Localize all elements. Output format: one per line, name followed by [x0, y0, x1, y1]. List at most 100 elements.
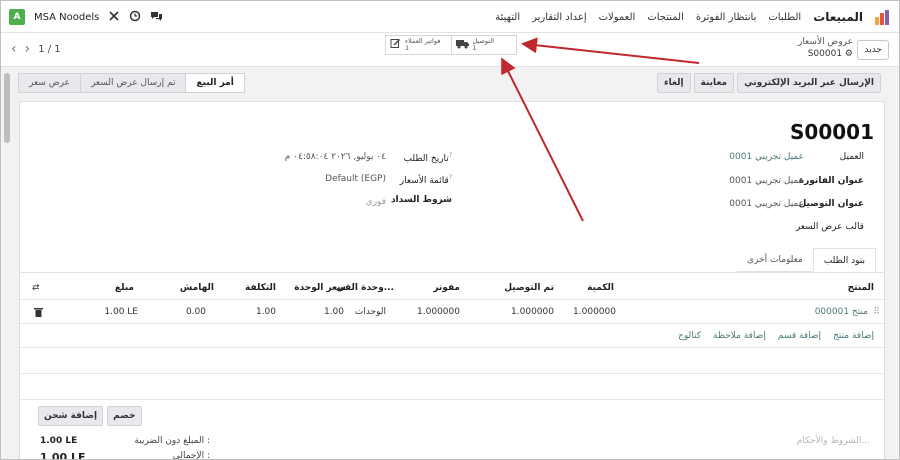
pager: ‹ › 1 / 1	[11, 41, 61, 57]
preview-button[interactable]: معاينة	[693, 73, 735, 93]
smart-buttons: فواتير العملاء 1 التوصيل 1	[385, 35, 517, 55]
pager-prev-icon[interactable]: ‹	[11, 41, 17, 57]
menu-products[interactable]: المنتجات	[647, 12, 684, 23]
smart-delivery-count: 1	[472, 44, 477, 52]
menu-to-invoice[interactable]: بانتظار الفوترة	[696, 12, 756, 23]
delivery-address-value[interactable]: عميل تجريبي 0001	[729, 199, 804, 209]
discount-button[interactable]: خصم	[107, 406, 142, 426]
clock-icon[interactable]	[129, 10, 141, 25]
menu-reporting[interactable]: إعداد التقارير	[532, 12, 586, 23]
line-product[interactable]: منتج 000001	[815, 300, 868, 324]
smart-invoices-text: فواتير العملاء 1	[405, 38, 440, 52]
pricelist-field: قائمة الأسعار?	[400, 174, 452, 186]
col-amount[interactable]: مبلغ	[115, 276, 134, 300]
terms-conditions-input[interactable]: الشروط والأحكام...	[797, 436, 870, 446]
col-invoiced[interactable]: مفوتر	[433, 276, 460, 300]
add-section-link[interactable]: إضافة قسم	[778, 324, 821, 348]
untaxed-row: 1.00 LE المبلغ دون الضريبة :	[40, 436, 210, 451]
tab-order-lines[interactable]: بنود الطلب	[812, 248, 876, 272]
order-date-value[interactable]: ٠٤ يوليو, ٢٠٢٦ ٠٤:٥٨:٠٤ م	[285, 152, 386, 162]
breadcrumb: عروض الأسعار S00001 ⚙	[798, 37, 853, 59]
order-date-value-wrap: ٠٤ يوليو, ٢٠٢٦ ٠٤:٥٨:٠٤ م	[285, 152, 386, 162]
table-empty-row	[20, 348, 884, 374]
menu-configuration[interactable]: التهيئة	[495, 12, 520, 23]
status-quotation[interactable]: عرض سعر	[18, 73, 81, 93]
chat-icon[interactable]	[150, 10, 163, 25]
pricelist-value[interactable]: Default (EGP)	[325, 174, 386, 184]
breadcrumb-parent[interactable]: عروض الأسعار	[798, 37, 853, 47]
app-brand[interactable]: المبيعات	[813, 10, 863, 24]
col-margin[interactable]: الهامش	[180, 276, 214, 300]
payment-terms-value-wrap: فوري	[366, 197, 386, 207]
status-quotation-sent[interactable]: تم إرسال عرض السعر	[79, 73, 187, 93]
status-bar: أمر البيع تم إرسال عرض السعر عرض سعر	[18, 73, 245, 93]
top-navbar: المبيعات الطلبات بانتظار الفوترة المنتجا…	[1, 1, 899, 33]
total-value: 1.00 LE	[40, 451, 86, 460]
drag-handle-icon[interactable]: ⠿	[873, 300, 880, 324]
menu-orders[interactable]: الطلبات	[768, 12, 801, 23]
pager-value[interactable]: 1 / 1	[38, 44, 60, 55]
notebook-tabs: بنود الطلب معلومات أخرى	[737, 248, 876, 272]
invoice-address-value[interactable]: عميل تجريبي 0001	[729, 176, 804, 186]
send-email-button[interactable]: الإرسال عبر البريد الإلكتروني	[737, 73, 881, 93]
catalog-link[interactable]: كتالوج	[678, 324, 701, 348]
invoice-address-label: عنوان الفاتورة	[798, 176, 864, 186]
smart-delivery-text: التوصيل 1	[473, 38, 495, 52]
tab-other-info[interactable]: معلومات أخرى	[737, 248, 813, 272]
table-row[interactable]: ⠿ منتج 000001 1.000000 1.000000 1.000000…	[20, 300, 884, 324]
payment-terms-field: شروط السداد	[391, 195, 452, 205]
tabs-divider	[20, 272, 884, 273]
gear-icon[interactable]: ⚙	[845, 49, 853, 59]
pricelist-label: قائمة الأسعار	[399, 176, 449, 186]
new-button[interactable]: جديد	[857, 40, 889, 60]
col-cost[interactable]: التكلفة	[245, 276, 276, 300]
action-buttons: الإرسال عبر البريد الإلكتروني معاينة إلغ…	[657, 73, 881, 93]
status-sale-order[interactable]: أمر البيع	[185, 73, 245, 93]
pager-next-icon[interactable]: ›	[25, 41, 31, 57]
help-icon[interactable]: ?	[449, 174, 452, 181]
line-invoiced: 1.000000	[417, 307, 460, 317]
line-unit-price[interactable]: 1.00	[324, 300, 344, 324]
payment-terms-label: شروط السداد	[390, 195, 452, 205]
untaxed-label: المبلغ دون الضريبة :	[134, 436, 210, 446]
line-delivered[interactable]: 1.000000	[511, 300, 554, 324]
line-quantity[interactable]: 1.000000	[573, 300, 616, 324]
table-empty-row	[20, 374, 884, 400]
delivery-address-label: عنوان التوصيل	[798, 199, 864, 209]
smart-invoices-count: 1	[405, 44, 410, 52]
add-product-link[interactable]: إضافة منتج	[833, 324, 874, 348]
sales-app-icon[interactable]	[875, 9, 891, 25]
main-menu: المبيعات الطلبات بانتظار الفوترة المنتجا…	[495, 1, 891, 33]
order-date-field: تاريخ الطلب?	[404, 152, 452, 164]
col-quantity[interactable]: الكمية	[587, 276, 614, 300]
systray: A MSA Noodels	[9, 1, 163, 33]
customer-value[interactable]: عميل تجريبي 0001	[729, 152, 804, 162]
col-product[interactable]: المنتج	[848, 276, 874, 300]
add-note-link[interactable]: إضافة ملاحظة	[713, 324, 766, 348]
add-shipping-button[interactable]: إضافة شحن	[38, 406, 104, 426]
trash-icon[interactable]	[34, 300, 43, 324]
customer-label: العميل	[839, 152, 864, 162]
breadcrumb-current-label: S00001	[807, 49, 843, 59]
tools-icon[interactable]	[108, 10, 120, 25]
user-avatar[interactable]: A	[9, 9, 25, 25]
bottom-buttons: إضافة شحن خصم	[38, 406, 142, 426]
scrollbar-thumb[interactable]	[4, 73, 10, 143]
line-uom[interactable]: الوحدات	[355, 300, 386, 324]
col-unit-price[interactable]: سعر الوحدة	[294, 276, 346, 300]
menu-commissions[interactable]: العمولات	[599, 12, 636, 23]
cancel-button[interactable]: إلغاء	[657, 73, 691, 93]
breadcrumb-current: S00001 ⚙	[798, 49, 853, 59]
line-cost: 1.00	[255, 307, 276, 317]
form-sheet: S00001 العميل عميل تجريبي 0001 عنوان الف…	[19, 101, 885, 460]
invoice-address-value-wrap: عميل تجريبي 0001	[729, 176, 804, 186]
optional-columns-icon[interactable]: ⇄	[32, 276, 40, 300]
col-delivered[interactable]: تم التوصيل	[504, 276, 554, 300]
truck-icon	[455, 39, 469, 52]
payment-terms-value[interactable]: فوري	[366, 197, 386, 207]
smart-delivery-button[interactable]: التوصيل 1	[450, 36, 517, 54]
smart-invoices-button[interactable]: فواتير العملاء 1	[386, 36, 451, 54]
help-icon[interactable]: ?	[449, 152, 452, 159]
delivery-address-field: عنوان التوصيل	[798, 199, 864, 209]
company-switcher[interactable]: MSA Noodels	[34, 12, 99, 23]
